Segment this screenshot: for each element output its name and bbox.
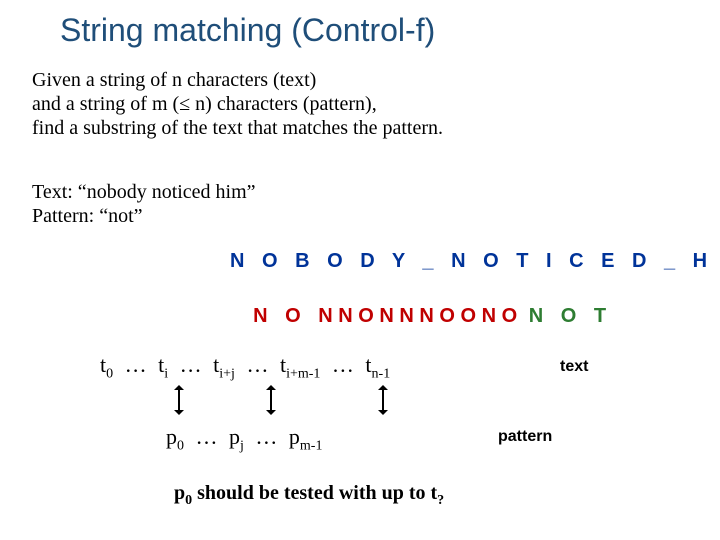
desc-line-1: Given a string of n characters (text) — [32, 68, 443, 92]
ellipsis: … — [174, 352, 208, 377]
pattern-attempts: N O N N O N N N O O N O N O T — [230, 282, 612, 328]
conclusion: p0 should be tested with up to t? — [174, 482, 444, 509]
pattern-red-left: N O — [253, 305, 307, 327]
example-text: Text: “nobody noticed him” — [32, 180, 256, 204]
tij: ti+j — [213, 352, 235, 377]
pattern-red-mid: N N O N N N O O N O — [318, 305, 517, 327]
ti: ti — [158, 352, 168, 377]
t0: t0 — [100, 352, 113, 377]
desc-line-2: and a string of m (≤ n) characters (patt… — [32, 92, 443, 116]
desc-line-3: find a substring of the text that matche… — [32, 116, 443, 140]
ellipsis: … — [119, 352, 153, 377]
text-row: t0 … ti … ti+j … ti+m-1 … tn-1 — [100, 352, 390, 382]
text-string: N O B O D Y _ N O T I C E D _ H I M — [230, 250, 720, 273]
ellipsis: … — [240, 352, 274, 377]
example-pattern: Pattern: “not” — [32, 204, 256, 228]
slide-title: String matching (Control-f) — [60, 12, 435, 49]
pm1: pm-1 — [289, 424, 323, 449]
arrow-3 — [382, 386, 384, 419]
label-pattern: pattern — [498, 428, 552, 446]
ellipsis: … — [249, 424, 283, 449]
ellipsis: … — [190, 424, 224, 449]
p0: p0 — [166, 424, 184, 449]
description-block: Given a string of n characters (text) an… — [32, 68, 443, 140]
label-text: text — [560, 358, 588, 376]
ellipsis: … — [326, 352, 360, 377]
tim1: ti+m-1 — [280, 352, 320, 377]
pattern-row: p0 … pj … pm-1 — [166, 424, 322, 454]
tn1: tn-1 — [365, 352, 390, 377]
arrow-1 — [178, 386, 180, 419]
arrow-2 — [270, 386, 272, 419]
example-block: Text: “nobody noticed him” Pattern: “not… — [32, 180, 256, 228]
pj: pj — [229, 424, 244, 449]
pattern-match: N O T — [529, 305, 612, 327]
